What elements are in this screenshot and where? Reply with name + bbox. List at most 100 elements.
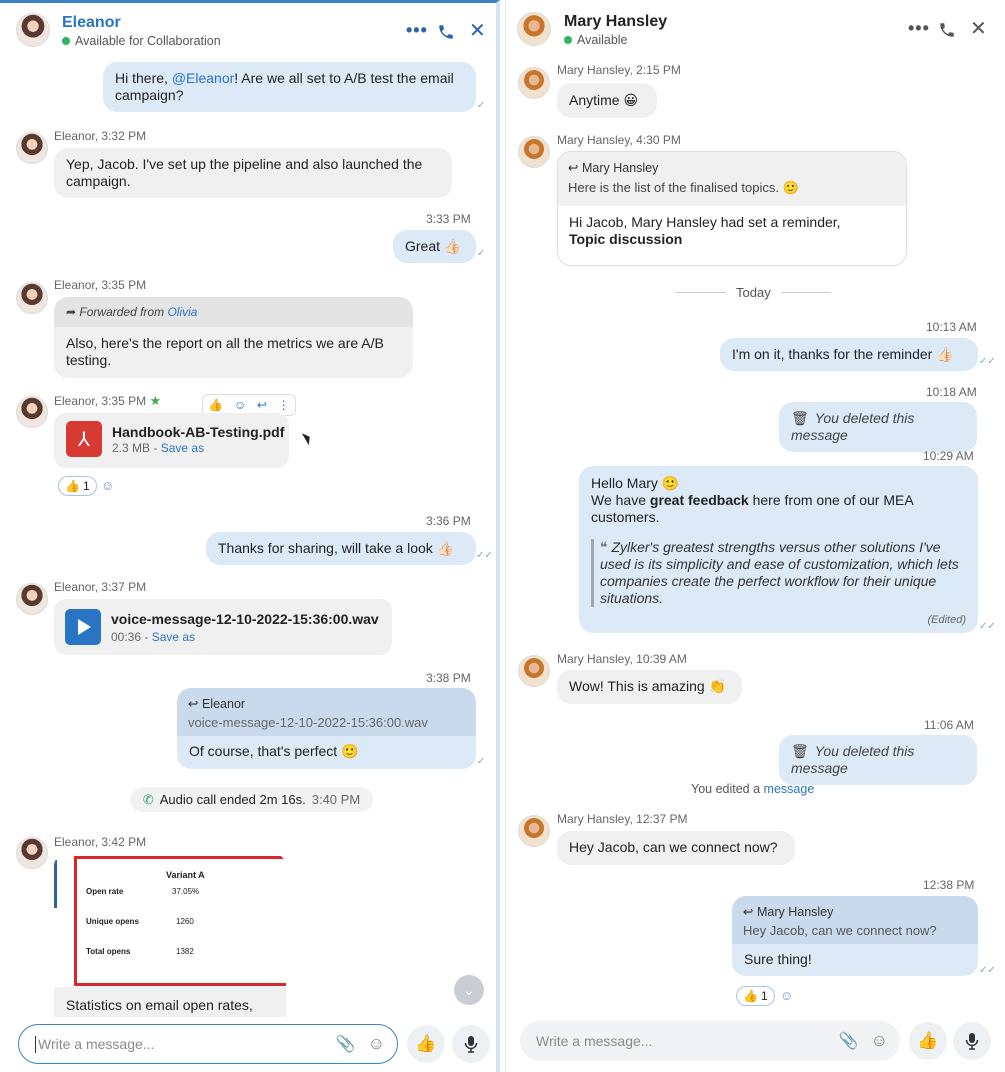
- image-row-label: Unique opens: [86, 917, 139, 926]
- voice-record-button[interactable]: [452, 1025, 490, 1063]
- message-incoming[interactable]: Wow! This is amazing 👏: [557, 670, 742, 704]
- message-incoming[interactable]: Anytime 😀: [557, 83, 657, 118]
- file-name[interactable]: Handbook-AB-Testing.pdf: [112, 424, 284, 440]
- message-text: Of course, that's perfect 🙂: [189, 743, 359, 759]
- sender-avatar: [518, 815, 550, 847]
- reaction-chip[interactable]: 👍 1: [736, 986, 775, 1006]
- message-time: 11:06 AM: [924, 718, 974, 732]
- message-incoming[interactable]: Hey Jacob, can we connect now?: [557, 831, 795, 865]
- image-message[interactable]: Variant A Open rate 37.05% Unique opens …: [54, 854, 286, 1017]
- message-input[interactable]: Write a message... 📎 ☺: [18, 1024, 398, 1064]
- contact-name[interactable]: Eleanor: [62, 14, 121, 32]
- system-note: You edited a message: [691, 782, 815, 796]
- sender-avatar: [518, 67, 550, 99]
- voice-message[interactable]: voice-message-12-10-2022-15:36:00.wav 00…: [54, 599, 392, 655]
- reminder-message[interactable]: ↩ Mary Hansley Here is the list of the f…: [557, 151, 907, 266]
- add-reaction-icon[interactable]: ☺: [101, 478, 114, 493]
- mouse-cursor-icon: [301, 430, 314, 446]
- file-name[interactable]: voice-message-12-10-2022-15:36:00.wav: [111, 611, 379, 627]
- like-button[interactable]: 👍: [909, 1022, 947, 1060]
- message-outgoing[interactable]: Great 👍🏻: [393, 230, 476, 263]
- message-outgoing[interactable]: Hi there, @Eleanor! Are we all set to A/…: [103, 62, 476, 112]
- read-tick-icon: ✓: [477, 248, 486, 259]
- trash-icon: 🗑: [791, 743, 809, 759]
- call-ended-notice: ✆ Audio call ended 2m 16s. 3:40 PM: [130, 787, 373, 812]
- chevron-down-icon: ⌄: [463, 981, 475, 998]
- message-meta: Mary Hansley, 12:37 PM: [557, 812, 688, 826]
- microphone-icon: [464, 1036, 478, 1053]
- input-placeholder: Write a message...: [536, 1033, 653, 1049]
- more-options-icon[interactable]: •••: [406, 21, 428, 39]
- message-text: Sure thing!: [744, 951, 812, 967]
- reply-message[interactable]: ↩ Eleanor voice-message-12-10-2022-15:36…: [177, 688, 476, 769]
- quote-block: ❝ Zylker's greatest strengths versus oth…: [591, 539, 966, 607]
- read-tick-icon: ✓✓: [476, 550, 493, 561]
- sender-avatar: [16, 583, 48, 615]
- message-time: 10:13 AM: [926, 320, 977, 334]
- react-like-icon[interactable]: 👍: [208, 398, 223, 412]
- contact-name[interactable]: Mary Hansley: [564, 13, 667, 31]
- sender-avatar: [518, 136, 550, 168]
- message-input[interactable]: Write a message... 📎 ☺: [520, 1021, 900, 1061]
- more-actions-icon[interactable]: ⋮: [278, 398, 290, 412]
- message-meta: Eleanor, 3:35 PM: [54, 278, 147, 292]
- message-time: 10:18 AM: [926, 385, 977, 399]
- message-meta: Mary Hansley, 4:30 PM: [557, 133, 681, 147]
- emoji-icon[interactable]: ☺: [368, 1034, 385, 1054]
- image-row-value: 1382: [176, 947, 194, 956]
- like-button[interactable]: 👍: [407, 1025, 445, 1063]
- more-options-icon[interactable]: •••: [908, 19, 930, 37]
- forwarded-message[interactable]: ➦ Forwarded from Olivia Also, here's the…: [54, 297, 413, 378]
- file-attachment[interactable]: ⅄ Handbook-AB-Testing.pdf 2.3 MB - Save …: [54, 413, 289, 468]
- add-reaction-icon[interactable]: ☺: [234, 398, 246, 412]
- message-meta: Mary Hansley, 10:39 AM: [557, 652, 687, 666]
- call-log-icon: ✆: [142, 791, 154, 807]
- report-image[interactable]: Variant A Open rate 37.05% Unique opens …: [54, 854, 286, 987]
- message-meta: Eleanor, 3:35 PM ★: [54, 393, 162, 408]
- message-outgoing[interactable]: Thanks for sharing, will take a look 👍🏻: [206, 532, 476, 565]
- contact-status: Available: [564, 33, 628, 47]
- pdf-file-icon: ⅄: [66, 421, 102, 457]
- input-placeholder: Write a message...: [38, 1036, 155, 1052]
- emoji-icon[interactable]: ☺: [871, 1031, 888, 1051]
- message-incoming[interactable]: Yep, Jacob. I've set up the pipeline and…: [54, 148, 452, 198]
- scroll-down-button[interactable]: ⌄: [454, 975, 484, 1005]
- sender-avatar: [16, 282, 48, 314]
- save-as-link[interactable]: Save as: [152, 630, 195, 644]
- message-time: 12:38 PM: [923, 878, 975, 892]
- sender-avatar: [16, 837, 48, 869]
- mention-link[interactable]: @Eleanor: [172, 70, 234, 86]
- read-tick-icon: ✓: [477, 756, 486, 767]
- quoted-reply: ↩ Mary Hansley Here is the list of the f…: [558, 152, 906, 206]
- message-outgoing[interactable]: I'm on it, thanks for the reminder 👍🏻: [720, 338, 978, 371]
- attach-icon[interactable]: 📎: [336, 1034, 356, 1054]
- message-outgoing[interactable]: Hello Mary 🙂 We have great feedback here…: [579, 466, 978, 633]
- contact-avatar[interactable]: [517, 12, 551, 46]
- save-as-link[interactable]: Save as: [161, 441, 204, 455]
- call-icon[interactable]: [437, 23, 455, 44]
- image-title: Variant A: [166, 870, 205, 880]
- reaction-chip[interactable]: 👍 1: [58, 476, 97, 496]
- sender-avatar: [518, 655, 550, 687]
- forward-icon: ➦: [66, 305, 77, 319]
- image-row-value: 37.05%: [172, 887, 200, 896]
- add-reaction-icon[interactable]: ☺: [780, 988, 793, 1003]
- call-icon[interactable]: [938, 21, 956, 44]
- read-tick-icon: ✓✓: [979, 356, 996, 367]
- reply-icon[interactable]: ↩: [257, 398, 267, 412]
- read-tick-icon: ✓✓: [979, 621, 996, 632]
- close-icon[interactable]: ✕: [469, 21, 486, 41]
- file-info: 2.3 MB - Save as: [112, 441, 205, 455]
- deleted-message: 🗑 You deleted this message: [779, 735, 977, 785]
- reply-message[interactable]: ↩ Mary Hansley Hey Jacob, can we connect…: [732, 896, 978, 976]
- reply-icon: ↩: [188, 697, 199, 711]
- contact-avatar[interactable]: [16, 13, 50, 47]
- attach-icon[interactable]: 📎: [839, 1031, 859, 1051]
- edited-message-link[interactable]: message: [764, 782, 815, 796]
- voice-record-button[interactable]: [953, 1022, 991, 1060]
- star-icon[interactable]: ★: [149, 393, 161, 408]
- play-button[interactable]: [65, 609, 101, 645]
- sender-avatar: [16, 132, 48, 164]
- forwarded-from-link[interactable]: Olivia: [167, 305, 197, 319]
- close-icon[interactable]: ✕: [970, 19, 987, 39]
